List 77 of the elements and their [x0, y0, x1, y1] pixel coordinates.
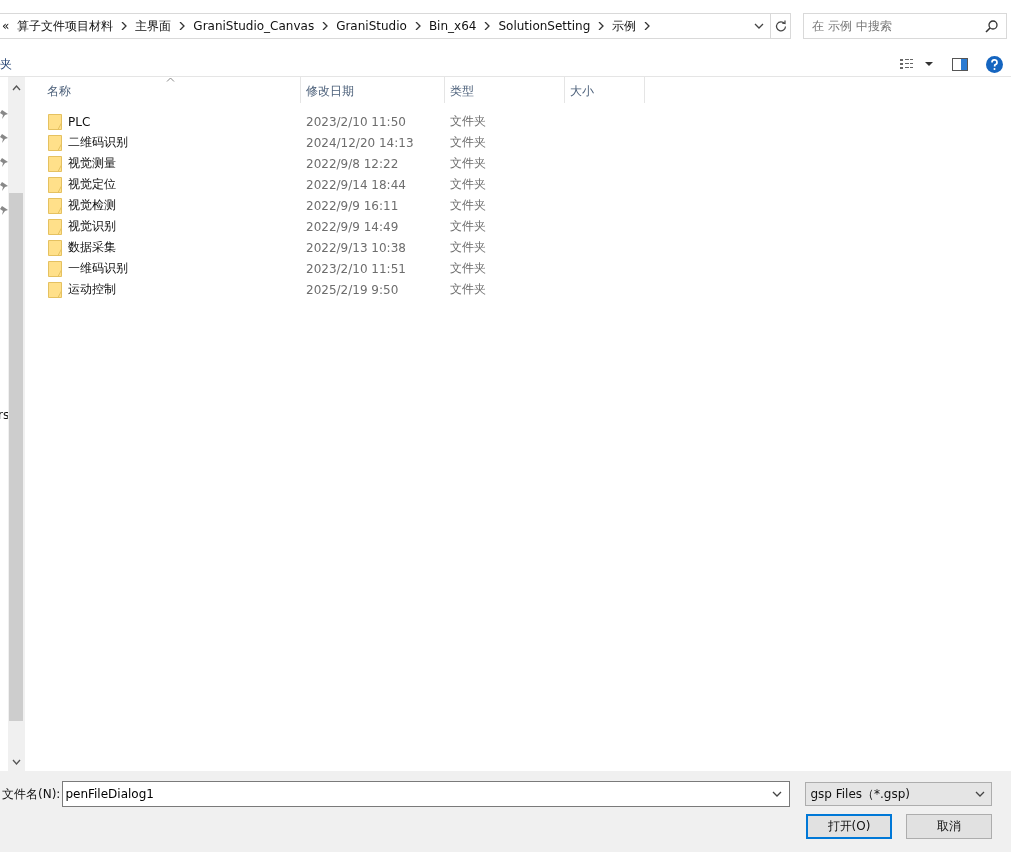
search-field[interactable]: 在 示例 中搜索 — [803, 13, 1007, 39]
breadcrumb[interactable]: GraniStudio_Canvas — [193, 19, 315, 33]
file-type: 文件夹 — [450, 260, 486, 277]
modified-date: 2023/2/10 11:51 — [306, 261, 406, 276]
file-name[interactable]: 视觉识别 — [68, 218, 116, 235]
chevron-right-icon[interactable] — [179, 22, 186, 30]
open-button[interactable]: 打开(O) — [806, 814, 892, 839]
file-name-field[interactable]: penFileDialog1 — [62, 781, 791, 807]
dropdown-icon[interactable] — [772, 791, 783, 797]
breadcrumb[interactable]: Bin_x64 — [428, 19, 477, 33]
sort-up-icon — [166, 77, 175, 82]
breadcrumb[interactable]: 主界面 — [135, 17, 172, 35]
search-icon[interactable] — [985, 20, 998, 33]
modified-date: 2022/9/14 18:44 — [306, 177, 406, 192]
file-name[interactable]: PLC — [68, 114, 91, 129]
toolbar-label[interactable]: 夹 — [0, 55, 12, 73]
column-header[interactable]: 类型 — [445, 77, 565, 103]
folder-icon — [48, 281, 62, 298]
refresh-button[interactable] — [771, 13, 791, 39]
folder-icon — [48, 218, 62, 235]
modified-date: 2022/9/9 16:11 — [306, 198, 399, 213]
file-type: 文件夹 — [450, 134, 486, 151]
overflow-chevron[interactable]: « — [2, 19, 10, 33]
dropdown-icon[interactable] — [975, 791, 986, 797]
file-type: 文件夹 — [450, 281, 486, 298]
file-name[interactable]: 数据采集 — [68, 239, 116, 256]
scrollbar[interactable] — [8, 77, 24, 771]
folder-icon — [48, 176, 62, 193]
help-icon[interactable] — [986, 55, 1003, 73]
modified-date: 2024/12/20 14:13 — [306, 135, 414, 150]
scroll-down-icon[interactable] — [12, 759, 21, 765]
folder-icon — [48, 260, 62, 277]
dropdown-icon[interactable] — [754, 23, 764, 29]
folder-icon — [48, 113, 62, 130]
chevron-right-icon[interactable] — [644, 22, 651, 30]
folder-icon — [48, 155, 62, 172]
file-name[interactable]: 视觉测量 — [68, 155, 116, 172]
scrollbar-thumb[interactable] — [9, 193, 23, 721]
file-type: 文件夹 — [450, 218, 486, 235]
folder-icon — [48, 239, 62, 256]
column-header[interactable]: 修改日期 — [301, 77, 445, 103]
file-type: 文件夹 — [450, 197, 486, 214]
chevron-right-icon[interactable] — [322, 22, 329, 30]
chevron-right-icon[interactable] — [598, 22, 605, 30]
file-type-dropdown[interactable]: gsp Files（*.gsp) — [805, 782, 993, 806]
preview-pane-icon[interactable] — [952, 57, 968, 71]
column-header[interactable]: 名称 — [25, 77, 301, 103]
chevron-right-icon[interactable] — [121, 22, 128, 30]
chevron-right-icon[interactable] — [484, 22, 491, 30]
file-name[interactable]: 一维码识别 — [68, 260, 128, 277]
file-name[interactable]: 视觉检测 — [68, 197, 116, 214]
file-name-label: 文件名(N): — [1, 785, 61, 803]
breadcrumb[interactable]: SolutionSetting — [498, 19, 591, 33]
cancel-button[interactable]: 取消 — [906, 814, 992, 839]
breadcrumb[interactable]: 示例 — [612, 17, 637, 35]
chevron-right-icon[interactable] — [414, 22, 421, 30]
modified-date: 2022/9/13 10:38 — [306, 240, 406, 255]
address-bar[interactable]: « 算子文件项目材料 主界面 GraniStudio_Canvas GraniStudio Bin_x64 SolutionSetting 示例 — [0, 13, 771, 39]
folder-icon — [48, 197, 62, 214]
modified-date: 2022/9/9 14:49 — [306, 219, 399, 234]
file-name[interactable]: 视觉定位 — [68, 176, 116, 193]
file-name[interactable]: 运动控制 — [68, 281, 116, 298]
column-header[interactable]: 大小 — [565, 77, 645, 103]
modified-date: 2025/2/19 9:50 — [306, 282, 399, 297]
refresh-icon[interactable] — [774, 20, 787, 32]
folder-icon — [48, 134, 62, 151]
file-type: 文件夹 — [450, 239, 486, 256]
file-name[interactable]: 二维码识别 — [68, 134, 128, 151]
modified-date: 2023/2/10 11:50 — [306, 114, 406, 129]
breadcrumb[interactable]: 算子文件项目材料 — [17, 17, 114, 35]
scroll-up-icon[interactable] — [12, 85, 21, 91]
file-type: 文件夹 — [450, 176, 486, 193]
view-options-icon[interactable] — [900, 58, 934, 70]
modified-date: 2022/9/8 12:22 — [306, 156, 399, 171]
file-type: 文件夹 — [450, 113, 486, 130]
file-type: 文件夹 — [450, 155, 486, 172]
breadcrumb[interactable]: GraniStudio — [336, 19, 407, 33]
